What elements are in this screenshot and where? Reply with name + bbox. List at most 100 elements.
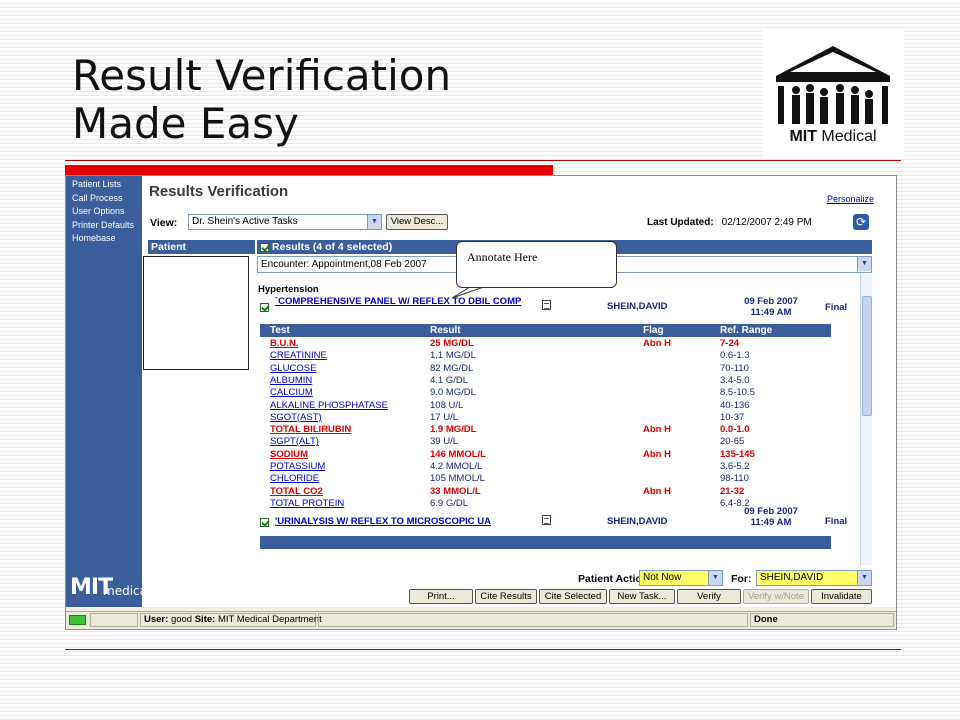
scrollbar-thumb[interactable]	[862, 296, 872, 416]
panel-datetime: 09 Feb 2007 11:49 AM	[731, 506, 811, 528]
slide-title-line-2: Made Easy	[72, 99, 299, 148]
nav-item-homebase[interactable]: Homebase	[72, 232, 134, 246]
panel-name-link[interactable]: 'URINALYSIS W/ REFLEX TO MICROSCOPIC UA	[275, 516, 565, 527]
document-icon[interactable]	[542, 300, 551, 310]
ref-range-value: 135-145	[720, 448, 755, 460]
left-nav: Patient Lists Call Process User Options …	[66, 176, 150, 607]
results-list: Hypertension `COMPREHENSIVE PANEL W/ REF…	[257, 274, 859, 565]
for-value: SHEIN,DAVID	[760, 572, 824, 583]
building-people-icon	[776, 46, 890, 124]
test-name-link[interactable]: SODIUM	[270, 449, 308, 461]
table-row: SODIUM 146 MMOL/L Abn H 135-145	[260, 449, 831, 461]
flag-value: Abn H	[643, 424, 671, 436]
panel-time: 11:49 AM	[750, 307, 792, 318]
refresh-icon[interactable]: ⟳	[853, 214, 869, 230]
table-row: ALKALINE PHOSPHATASE 108 U/L 40-136	[260, 400, 831, 412]
table-row: CHLORIDE 105 MMOL/L 98-110	[260, 473, 831, 485]
bottom-rule	[65, 649, 901, 650]
test-name-link[interactable]: TOTAL CO2	[270, 486, 323, 498]
logo-text: MIT Medical	[762, 128, 904, 146]
status-user-site: User: good Site: MIT Medical Department	[140, 613, 322, 627]
view-desc-button[interactable]: View Desc...	[386, 214, 448, 230]
chevron-down-icon[interactable]: ▼	[857, 571, 871, 585]
result-value: 9.0 MG/DL	[430, 387, 476, 399]
invalidate-button[interactable]: Invalidate	[811, 589, 872, 604]
panel-time: 11:49 AM	[750, 517, 792, 528]
result-value: 1.9 MG/DL	[430, 424, 477, 436]
red-accent-bar	[65, 165, 553, 175]
patient-action-select[interactable]: Not Now ▼	[639, 570, 723, 586]
ref-range-value: 21-32	[720, 485, 745, 497]
panel-checkbox[interactable]	[260, 303, 269, 312]
view-select[interactable]: Dr. Shein's Active Tasks ▼	[188, 214, 382, 230]
col-test: Test	[270, 325, 290, 336]
chevron-down-icon[interactable]: ▼	[857, 257, 871, 271]
table-row: POTASSIUM 4.2 MMOL/L 3.6-5.2	[260, 461, 831, 473]
mit-medical-logo: MIT Medical	[762, 30, 904, 158]
panel-doctor: SHEIN,DAVID	[607, 516, 668, 527]
result-value: 4.1 G/DL	[430, 374, 469, 386]
connection-indicator-icon	[69, 615, 86, 625]
panel-date: 09 Feb 2007	[744, 296, 798, 307]
ref-range-value: 10-37	[720, 411, 745, 423]
chevron-down-icon[interactable]: ▼	[708, 571, 722, 585]
nav-item-printer-defaults[interactable]: Printer Defaults	[72, 219, 134, 233]
test-name-link[interactable]: CALCIUM	[270, 387, 313, 399]
user-label: User:	[144, 614, 169, 625]
panel-date: 09 Feb 2007	[744, 506, 798, 517]
test-name-link[interactable]: CHLORIDE	[270, 473, 319, 485]
results-scrollbar[interactable]	[860, 274, 872, 565]
test-name-link[interactable]: TOTAL BILIRUBIN	[270, 424, 351, 436]
status-bar: User: good Site: MIT Medical Department …	[66, 611, 896, 628]
status-cell-blank	[318, 613, 748, 627]
status-done: Done	[750, 613, 894, 627]
test-name-link[interactable]: SGOT(AST)	[270, 412, 322, 424]
table-row: ALBUMIN 4.1 G/DL 3.4-5.0	[260, 375, 831, 387]
nav-item-user-options[interactable]: User Options	[72, 205, 134, 219]
results-select-all-checkbox[interactable]	[260, 242, 269, 252]
verify-button[interactable]: Verify	[677, 589, 741, 604]
ref-range-value: 40-136	[720, 399, 750, 411]
test-name-link[interactable]: ALKALINE PHOSPHATASE	[270, 400, 388, 412]
ref-range-value: 7-24	[720, 338, 740, 349]
table-row: CREATININE 1.1 MG/DL 0.6-1.3	[260, 350, 831, 362]
test-name-link[interactable]: B.U.N.	[270, 338, 299, 350]
test-name-link[interactable]: TOTAL PROTEIN	[270, 498, 344, 510]
nav-item-call-process[interactable]: Call Process	[72, 192, 134, 206]
ref-range-value: 8.5-10.5	[720, 387, 755, 399]
test-name-link[interactable]: GLUCOSE	[270, 363, 316, 375]
nav-item-patient-lists[interactable]: Patient Lists	[72, 178, 134, 192]
test-name-link[interactable]: CREATININE	[270, 350, 327, 362]
view-label: View:	[150, 217, 178, 229]
logo-text-bold: MIT	[789, 128, 817, 145]
verify-with-note-button[interactable]: Verify w/Note	[743, 589, 809, 604]
table-row: CALCIUM 9.0 MG/DL 8.5-10.5	[260, 387, 831, 399]
panel-checkbox[interactable]	[260, 518, 269, 527]
patient-info-box	[143, 256, 249, 370]
print-button[interactable]: Print...	[409, 589, 473, 604]
for-label: For:	[731, 573, 752, 585]
user-value: good	[170, 614, 193, 625]
test-name-link[interactable]: POTASSIUM	[270, 461, 325, 473]
for-select[interactable]: SHEIN,DAVID ▼	[756, 570, 872, 586]
result-value: 17 U/L	[430, 411, 458, 423]
cite-selected-button[interactable]: Cite Selected	[539, 589, 607, 604]
result-value: 25 MG/DL	[430, 338, 474, 349]
test-name-link[interactable]: SGPT(ALT)	[270, 436, 319, 448]
flag-value: Abn H	[643, 448, 671, 460]
table-row: TOTAL BILIRUBIN 1.9 MG/DL Abn H 0.0-1.0	[260, 424, 831, 436]
new-task-button[interactable]: New Task...	[609, 589, 675, 604]
table-row: B.U.N. 25 MG/DL Abn H 7-24	[260, 338, 831, 350]
slide-title: Result Verification Made Easy	[72, 52, 451, 148]
document-icon[interactable]	[542, 515, 551, 525]
flag-value: Abn H	[643, 338, 671, 349]
ref-range-value: 70-110	[720, 362, 749, 374]
status-cell-empty	[90, 613, 138, 627]
cite-results-button[interactable]: Cite Results	[475, 589, 537, 604]
ref-range-value: 3.6-5.2	[720, 461, 750, 472]
panel-status: Final	[825, 302, 848, 313]
chevron-down-icon[interactable]: ▼	[367, 215, 381, 229]
test-name-link[interactable]: ALBUMIN	[270, 375, 312, 387]
ref-range-value: 0.0-1.0	[720, 424, 750, 436]
personalize-link[interactable]: Personalize	[827, 194, 874, 204]
